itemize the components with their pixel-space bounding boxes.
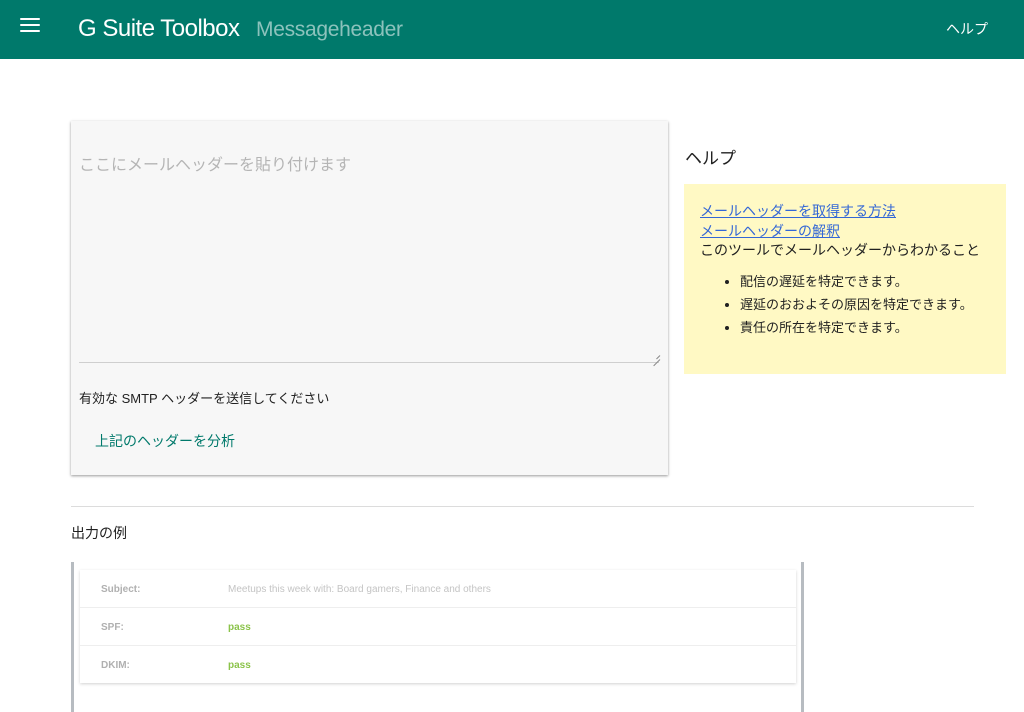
help-intro: このツールでメールヘッダーからわかること: [700, 242, 980, 258]
row-key: SPF:: [101, 622, 124, 633]
header-input-card: 有効な SMTP ヘッダーを送信してください 上記のヘッダーを分析: [71, 121, 668, 475]
list-item: 責任の所在を特定できます。: [740, 316, 973, 339]
row-key: DKIM:: [101, 660, 130, 671]
row-value: Meetups this week with: Board gamers, Fi…: [228, 584, 491, 595]
status-badge: pass: [228, 660, 251, 671]
top-app-bar: G Suite Toolbox Messageheader ヘルプ: [0, 0, 1024, 59]
status-badge: pass: [228, 622, 251, 633]
help-link[interactable]: ヘルプ: [946, 19, 988, 39]
help-link-get-header[interactable]: メールヘッダーを取得する方法: [700, 201, 896, 221]
example-output-frame: Subject: Meetups this week with: Board g…: [71, 562, 804, 712]
table-row: Subject: Meetups this week with: Board g…: [80, 570, 796, 608]
resize-grip-icon[interactable]: [650, 352, 661, 367]
list-item: 配信の遅延を特定できます。: [740, 270, 973, 293]
example-table: Subject: Meetups this week with: Board g…: [80, 570, 796, 683]
help-panel: メールヘッダーを取得する方法 メールヘッダーの解釈 このツールでメールヘッダーか…: [684, 184, 1006, 374]
section-divider: [71, 506, 974, 507]
help-link-interpret-header[interactable]: メールヘッダーの解釈: [700, 221, 840, 241]
table-row: DKIM: pass: [80, 646, 796, 683]
header-textarea[interactable]: [79, 139, 659, 363]
help-list: 配信の遅延を特定できます。 遅延のおおよその原因を特定できます。 責任の所在を特…: [700, 270, 973, 339]
table-row: SPF: pass: [80, 608, 796, 646]
list-item: 遅延のおおよその原因を特定できます。: [740, 293, 973, 316]
product-name: Messageheader: [256, 18, 403, 41]
menu-icon[interactable]: [20, 18, 40, 34]
analyze-button[interactable]: 上記のヘッダーを分析: [85, 423, 245, 459]
row-key: Subject:: [101, 584, 141, 595]
brand-title: G Suite Toolbox: [78, 15, 240, 42]
input-hint: 有効な SMTP ヘッダーを送信してください: [79, 391, 330, 406]
help-title: ヘルプ: [685, 149, 736, 168]
example-title: 出力の例: [71, 525, 127, 541]
